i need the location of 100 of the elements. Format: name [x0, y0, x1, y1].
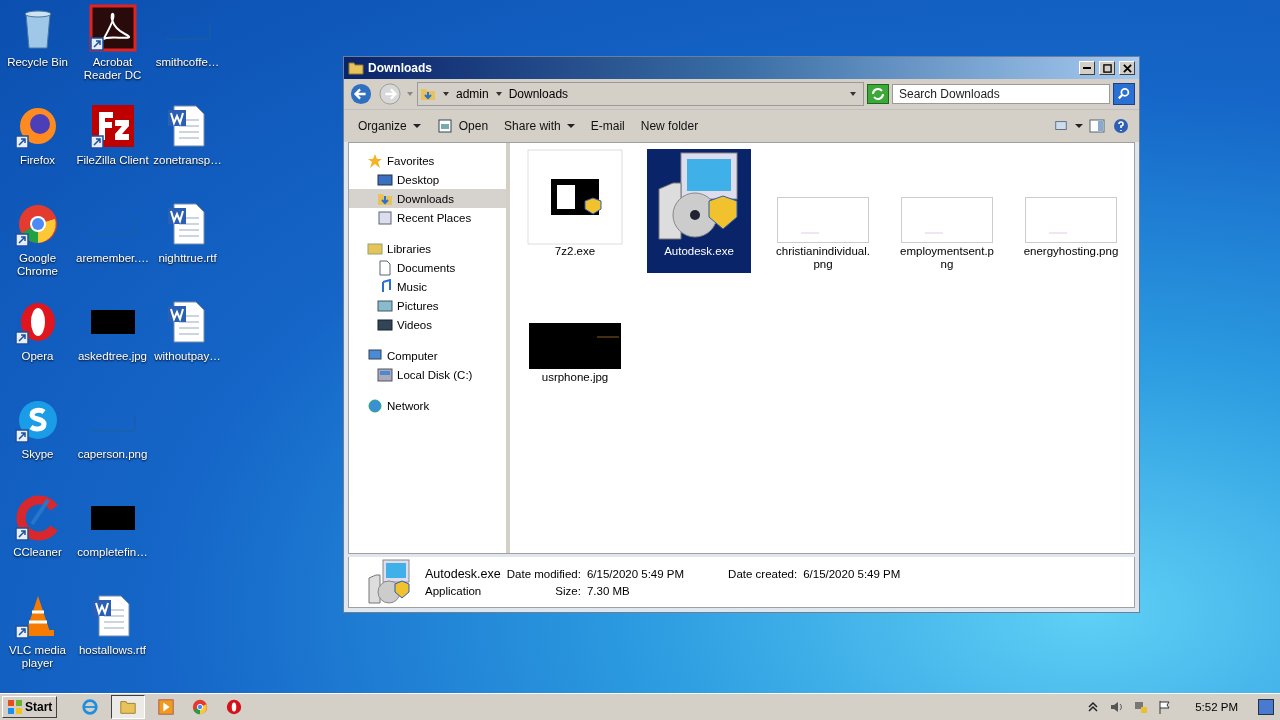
disk-drive-icon	[377, 366, 393, 383]
breadcrumb[interactable]: Downloads	[508, 87, 569, 101]
refresh-icon	[870, 86, 886, 102]
show-desktop-button[interactable]	[1258, 699, 1274, 715]
browser-icon	[225, 698, 244, 716]
caret-icon[interactable]	[442, 90, 450, 98]
desktop-icon-label[interactable]: hostallows.rtf	[75, 644, 150, 657]
desktop-icon-label[interactable]: aremember.…	[75, 252, 150, 265]
desktop-icon-label[interactable]: zonetransp…	[150, 154, 225, 167]
toolbar-button[interactable]: Organize	[352, 117, 427, 135]
maximize-icon	[1102, 63, 1112, 73]
desktop-icon-label[interactable]: FileZilla Client	[75, 154, 150, 167]
media-player-icon	[157, 698, 176, 716]
file-item[interactable]: energyhosting.png	[1023, 149, 1119, 273]
close-button[interactable]	[1119, 61, 1135, 75]
desktop-icon-label[interactable]: Google Chrome	[0, 252, 75, 278]
field-value: 7.30 MB	[586, 585, 631, 597]
search-field[interactable]: Search Downloads	[892, 84, 1110, 104]
file-name: Autodesk.exe	[425, 567, 501, 581]
folder-icon	[420, 86, 436, 102]
maximize-button[interactable]	[1099, 61, 1115, 75]
field-label: Size:	[554, 585, 581, 597]
nav-item[interactable]: Documents	[349, 258, 506, 277]
globe-icon	[367, 397, 383, 414]
desktop-icon-label[interactable]: Recycle Bin	[0, 56, 75, 69]
window-title: Downloads	[368, 61, 432, 75]
desktop-icon-label[interactable]: Skype	[0, 448, 75, 461]
desktop-icon-label[interactable]: VLC media player	[0, 644, 75, 670]
help-button[interactable]	[1111, 116, 1131, 136]
caret-icon[interactable]	[494, 90, 503, 98]
desktop-icon-label[interactable]: caperson.png	[75, 448, 150, 461]
nav-item[interactable]: Downloads	[349, 189, 506, 208]
app-icon[interactable]	[88, 102, 137, 150]
breadcrumb[interactable]: admin	[456, 87, 489, 101]
nav-item[interactable]: Music	[349, 277, 506, 296]
document-icon	[377, 259, 393, 276]
search-icon	[1117, 87, 1131, 101]
toolbar-button[interactable]: New folder	[634, 117, 705, 135]
nav-item[interactable]: Network	[349, 396, 506, 415]
help-icon	[1113, 118, 1129, 134]
nav-item[interactable]: Libraries	[349, 239, 506, 258]
field-label: Date created:	[728, 568, 798, 580]
desktop-icon-label[interactable]: smithcoffe…	[150, 56, 225, 69]
clock[interactable]: 5:52 PM	[1195, 701, 1238, 713]
field-value: 6/15/2020 5:49 PM	[803, 568, 901, 580]
desktop-icon-label[interactable]: CCleaner	[0, 546, 75, 559]
nav-item[interactable]: Desktop	[349, 170, 506, 189]
open-icon	[436, 118, 453, 134]
picture-icon	[377, 297, 393, 314]
file-item[interactable]: employmentsent.png	[899, 149, 995, 273]
file-type: Application	[425, 585, 483, 597]
nav-item[interactable]: Recent Places	[349, 208, 506, 227]
nav-item[interactable]: Computer	[349, 346, 506, 365]
desktop-icon-label[interactable]: withoutpay…	[150, 350, 225, 363]
desktop-icon-label[interactable]: Opera	[0, 350, 75, 363]
desktop-icon-label[interactable]: askedtree.jpg	[75, 350, 150, 363]
nav-item[interactable]: Videos	[349, 315, 506, 334]
file-item[interactable]: Autodesk.exe	[647, 149, 751, 273]
start-button[interactable]: Start	[2, 696, 58, 718]
desktop-icon-label[interactable]: Firefox	[0, 154, 75, 167]
network-icon[interactable]	[1133, 699, 1150, 715]
dropdown-caret-icon[interactable]	[849, 90, 857, 98]
refresh-button[interactable]	[867, 84, 889, 104]
monitor-icon	[377, 171, 393, 188]
address-bar[interactable]: admin Downloads	[417, 82, 864, 106]
browser-icon	[81, 698, 100, 716]
view-icon	[1053, 119, 1069, 133]
desktop-icon-label[interactable]: Acrobat Reader DC	[75, 56, 150, 82]
search-button[interactable]	[1113, 83, 1135, 105]
toolbar-button[interactable]: E-mail	[584, 117, 631, 135]
taskbar-app-button[interactable]	[111, 695, 146, 719]
file-item[interactable]: usrphone.jpg	[527, 275, 623, 386]
folder-icon	[119, 698, 138, 716]
toolbar-button[interactable]: Share with	[498, 117, 581, 135]
archive-app-icon	[527, 149, 623, 245]
desktop-icon-label[interactable]: nighttrue.rtf	[150, 252, 225, 265]
folder-icon	[348, 60, 364, 76]
desktop-icon-label[interactable]: completefin…	[75, 546, 150, 559]
caret-icon[interactable]	[1075, 122, 1083, 130]
toolbar-button[interactable]: Open	[430, 116, 495, 136]
library-icon	[367, 240, 383, 257]
nav-item[interactable]: Local Disk (C:)	[349, 365, 506, 384]
nav-item[interactable]: Favorites	[349, 151, 506, 170]
back-button[interactable]	[348, 81, 374, 107]
nav-item[interactable]: Pictures	[349, 296, 506, 315]
recent-places-icon	[377, 209, 393, 226]
film-icon	[377, 316, 393, 333]
field-value: 6/15/2020 5:49 PM	[586, 568, 685, 580]
pane-icon	[1089, 118, 1105, 134]
star-icon	[367, 152, 383, 169]
minimize-button[interactable]	[1079, 61, 1095, 75]
minimize-icon	[1083, 67, 1091, 69]
app-icon[interactable]	[88, 4, 137, 52]
file-item[interactable]: 7z2.exe	[527, 149, 623, 273]
windows-logo-icon	[7, 699, 23, 715]
close-icon	[1122, 63, 1132, 73]
file-item[interactable]: christianindividual.png	[775, 149, 871, 273]
installer-icon	[365, 558, 413, 606]
browser-icon	[191, 698, 210, 716]
field-label: Date modified:	[506, 568, 581, 580]
